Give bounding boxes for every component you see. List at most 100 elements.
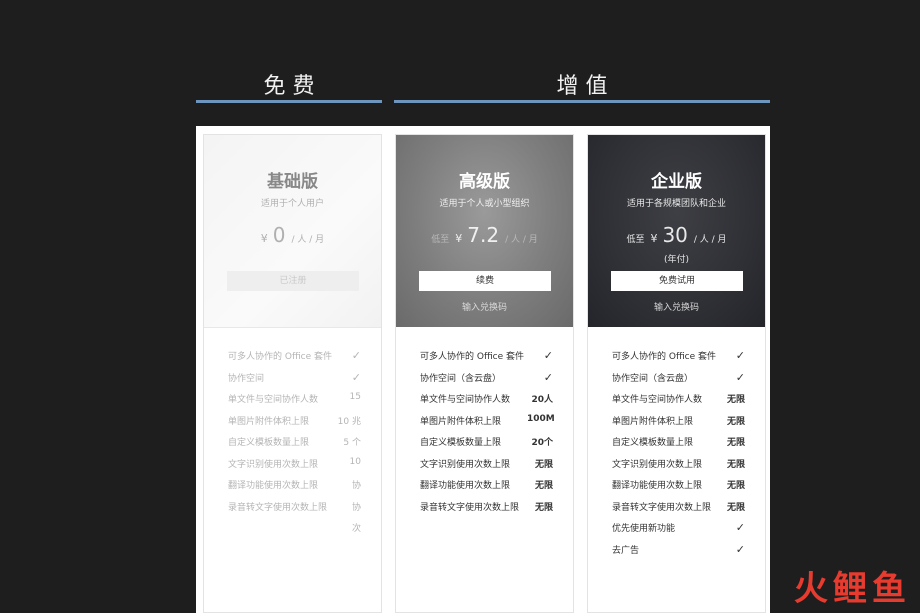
feature-row: 协作空间（含云盘） ✓ [588,371,765,392]
feature-value: 无限 [726,481,745,491]
price-amount: 7.2 [467,223,500,247]
feature-row: 单图片附件体积上限 无限 [588,414,765,435]
plan-card-enterprise: 企业版 适用于各规模团队和企业 低至 ¥30 / 人 / 月 (年付) 免费试用 输入兑换码可… [587,134,766,613]
logo-char-3: 鱼 [872,569,906,609]
feature-row: 文字识别使用次数上限 无限 [588,457,765,478]
check-icon: ✓ [351,349,361,362]
check-icon: ✓ [735,349,745,362]
price-currency: ¥ [260,232,268,245]
feature-row: 单文件与空间协作人数 无限 [588,392,765,413]
check-icon: ✓ [543,370,553,384]
plan-price: 低至 ¥30 / 人 / 月 [588,223,765,247]
feature-label: 可多人协作的 Office 套件 [228,352,332,362]
logo-char-1: 火 [793,569,828,609]
feature-label: 自定义模板数量上限 [228,438,310,448]
feature-label: 录音转文字使用次数上限 [228,502,328,513]
plan-name: 高级版 [459,172,510,192]
feature-value: 15 [349,392,361,402]
feature-label: 单文件与空间协作人数 [228,395,319,405]
price-unit: / 人 / 月 [291,235,325,245]
feature-label: 录音转文字使用次数上限 [420,502,520,513]
feature-label: 文字识别使用次数上限 [420,459,511,470]
redeem-code-link[interactable]: 输入兑换码 [588,300,765,313]
feature-value: 无限 [726,438,745,448]
feature-row: 翻译功能使用次数上限 协 [204,478,381,499]
feature-label: 可多人协作的 Office 套件 [420,352,524,362]
check-icon: ✓ [735,542,745,556]
feature-row: 次 [204,521,381,542]
feature-label: 单文件与空间协作人数 [612,395,703,405]
feature-label: 协作空间（含云盘） [612,373,694,384]
feature-label: 单图片附件体积上限 [420,416,502,427]
feature-label: 自定义模板数量上限 [612,438,694,448]
feature-value: 次 [351,524,361,534]
feature-label: 翻译功能使用次数上限 [228,481,319,491]
logo-char-2: 鲤 [832,569,867,609]
feature-label: 去广告 [612,545,640,556]
plan-name: 企业版 [651,172,702,192]
feature-row: 录音转文字使用次数上限 协 [204,500,381,521]
price-currency: ¥ [455,232,463,245]
check-icon: ✓ [543,349,553,362]
plan-price: 低至 ¥7.2 / 人 / 月 [396,223,573,247]
feature-value: 无限 [726,416,745,427]
section-title-value-added: 增 值 [556,74,608,99]
plan-action-button[interactable]: 免费试用 [611,271,743,291]
feature-row: 单图片附件体积上限 100M [396,414,573,435]
feature-row: 去广告 ✓ [588,543,765,564]
plan-card-basic: 基础版 适用于个人用户 ¥0/ 人 / 月已注册 可多人协作的 Office 套件 ✓ 协… [203,134,382,613]
feature-label: 文字识别使用次数上限 [228,459,319,470]
feature-row: 可多人协作的 Office 套件 ✓ [396,349,573,370]
check-icon: ✓ [735,521,745,534]
feature-row: 文字识别使用次数上限 无限 [396,457,573,478]
plan-price: ¥0 / 人 / 月 [204,223,381,247]
feature-label: 协作空间（含云盘） [420,373,502,384]
feature-value: 20个 [531,438,553,448]
feature-label: 协作空间 [228,373,265,384]
redeem-code-link[interactable]: 输入兑换码 [396,300,573,313]
plan-action-button[interactable]: 已注册 [227,271,359,291]
feature-value: 10 [349,456,361,467]
feature-label: 翻译功能使用次数上限 [420,481,511,491]
feature-row: 单图片附件体积上限 10 兆 [204,414,381,435]
feature-row: 自定义模板数量上限 无限 [588,435,765,456]
plan-subtitle: 适用于个人用户 [260,199,324,209]
plan-subtitle: 适用于各规模团队和企业 [626,199,726,209]
feature-value: 无限 [726,459,745,470]
feature-value: 无限 [726,395,745,405]
feature-row: 自定义模板数量上限 20个 [396,435,573,456]
feature-value: 协 [351,481,361,491]
feature-value: 无限 [534,459,553,470]
feature-row: 协作空间（含云盘） ✓ [396,371,573,392]
section-underline-value-added [394,100,770,103]
feature-row: 翻译功能使用次数上限 无限 [588,478,765,499]
price-currency: ¥ [650,232,658,245]
check-icon: ✓ [735,370,745,384]
plan-header: 高级版 适用于个人或小型组织 低至 ¥7.2 / 人 / 月续费 输入兑换码 [396,135,573,327]
feature-label: 单图片附件体积上限 [612,416,694,427]
check-icon: ✓ [351,370,361,384]
price-amount: 30 [662,223,688,247]
price-unit: / 人 / 月 [693,235,727,245]
feature-row: 协作空间 ✓ [204,371,381,392]
plan-header: 企业版 适用于各规模团队和企业 低至 ¥30 / 人 / 月 (年付) 免费试用 输入兑换码 [588,135,765,327]
feature-row: 单文件与空间协作人数 20人 [396,392,573,413]
section-underline-free [196,100,382,103]
feature-label: 翻译功能使用次数上限 [612,481,703,491]
feature-row: 录音转文字使用次数上限 无限 [396,500,573,521]
feature-value: 100M [527,413,555,424]
feature-value: 无限 [726,502,745,513]
feature-row: 文字识别使用次数上限 10 [204,457,381,478]
feature-value: 协 [351,502,361,513]
price-prefix: 低至 [626,235,645,245]
plan-name: 基础版 [267,172,318,192]
feature-row: 可多人协作的 Office 套件 ✓ [204,349,381,370]
plan-action-button[interactable]: 续费 [419,271,551,291]
feature-value: 无限 [534,481,553,491]
feature-row: 优先使用新功能 ✓ [588,521,765,542]
feature-row: 翻译功能使用次数上限 无限 [396,478,573,499]
feature-row: 自定义模板数量上限 5 个 [204,435,381,456]
feature-row: 录音转文字使用次数上限 无限 [588,500,765,521]
feature-label: 优先使用新功能 [612,524,676,534]
feature-row: 单文件与空间协作人数 15 [204,392,381,413]
